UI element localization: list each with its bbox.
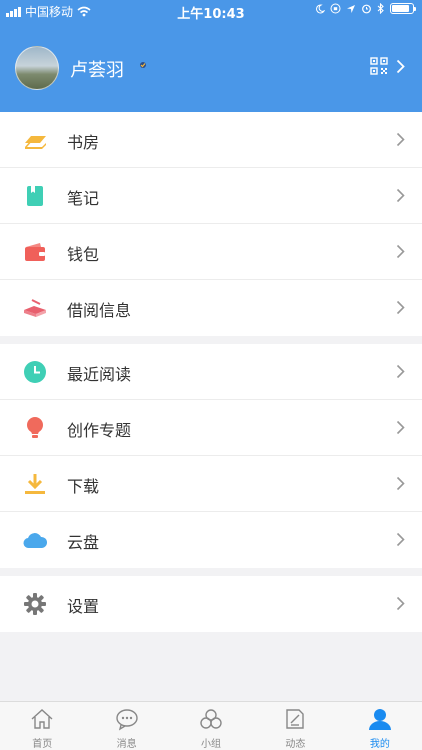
chevron-right-icon [396, 596, 405, 615]
verified-badge-icon [140, 62, 146, 68]
orientation-lock-icon [330, 3, 341, 14]
cloud-icon [22, 528, 48, 552]
chevron-right-icon [396, 364, 405, 383]
profile-header: 中国移动 上午10:43 卢荟羽 [0, 0, 422, 112]
location-icon [347, 4, 355, 13]
tab-bar: 首页 消息 小组 动态 我的 [0, 701, 422, 750]
download-icon [22, 472, 48, 496]
menu-item-label: 云盘 [67, 533, 100, 552]
tab-home[interactable]: 首页 [0, 702, 84, 750]
tab-feed[interactable]: 动态 [253, 702, 337, 750]
menu-item-note[interactable]: 笔记 [0, 168, 422, 224]
wallet-icon [22, 240, 48, 264]
tab-message[interactable]: 消息 [84, 702, 168, 750]
chevron-right-icon [396, 132, 405, 151]
menu-section: 最近阅读创作专题下载云盘 [0, 344, 422, 568]
menu-item-borrow-book[interactable]: 借阅信息 [0, 280, 422, 336]
chevron-right-icon[interactable] [396, 59, 405, 74]
menu-item-label: 钱包 [67, 245, 100, 264]
menu-item-label: 设置 [67, 597, 100, 616]
menu-item-download[interactable]: 下载 [0, 456, 422, 512]
user-name: 卢荟羽 [70, 60, 124, 81]
clock-icon [22, 360, 48, 384]
chevron-right-icon [396, 244, 405, 263]
menu-item-clock[interactable]: 最近阅读 [0, 344, 422, 400]
menu-item-label: 借阅信息 [67, 301, 132, 320]
menu-item-label: 下载 [67, 477, 100, 496]
menu-item-label: 书房 [67, 133, 100, 152]
avatar[interactable] [15, 46, 59, 90]
bluetooth-icon [377, 3, 384, 14]
note-icon [22, 184, 48, 208]
tab-group[interactable]: 小组 [169, 702, 253, 750]
menu-item-bookshelf[interactable]: 书房 [0, 112, 422, 168]
menu-item-label: 笔记 [67, 189, 100, 208]
menu-item-cloud[interactable]: 云盘 [0, 512, 422, 568]
moon-icon [316, 3, 325, 13]
chevron-right-icon [396, 188, 405, 207]
qr-code-icon[interactable] [370, 57, 388, 75]
menu-item-label: 最近阅读 [67, 365, 132, 384]
chevron-right-icon [396, 532, 405, 551]
chevron-right-icon [396, 300, 405, 319]
bookshelf-icon [22, 128, 48, 152]
menu-item-lightbulb[interactable]: 创作专题 [0, 400, 422, 456]
alarm-icon [362, 4, 371, 14]
menu-section: 书房笔记钱包借阅信息 [0, 112, 422, 336]
tab-label: 消息 [116, 739, 137, 750]
tab-label: 我的 [369, 739, 390, 750]
tab-profile[interactable]: 我的 [338, 702, 422, 750]
status-bar: 中国移动 上午10:43 [0, 0, 422, 22]
borrow-book-icon [22, 296, 48, 320]
chevron-right-icon [396, 476, 405, 495]
chevron-right-icon [396, 420, 405, 439]
lightbulb-icon [22, 416, 48, 440]
tab-label: 动态 [285, 739, 306, 750]
menu-item-label: 创作专题 [67, 421, 132, 440]
battery-icon [390, 3, 416, 14]
menu-item-gear[interactable]: 设置 [0, 576, 422, 632]
menu-item-wallet[interactable]: 钱包 [0, 224, 422, 280]
profile-card[interactable]: 卢荟羽 [0, 40, 422, 96]
gear-icon [22, 592, 48, 616]
menu-section: 设置 [0, 576, 422, 632]
tab-label: 首页 [32, 739, 53, 750]
tab-label: 小组 [201, 739, 222, 750]
